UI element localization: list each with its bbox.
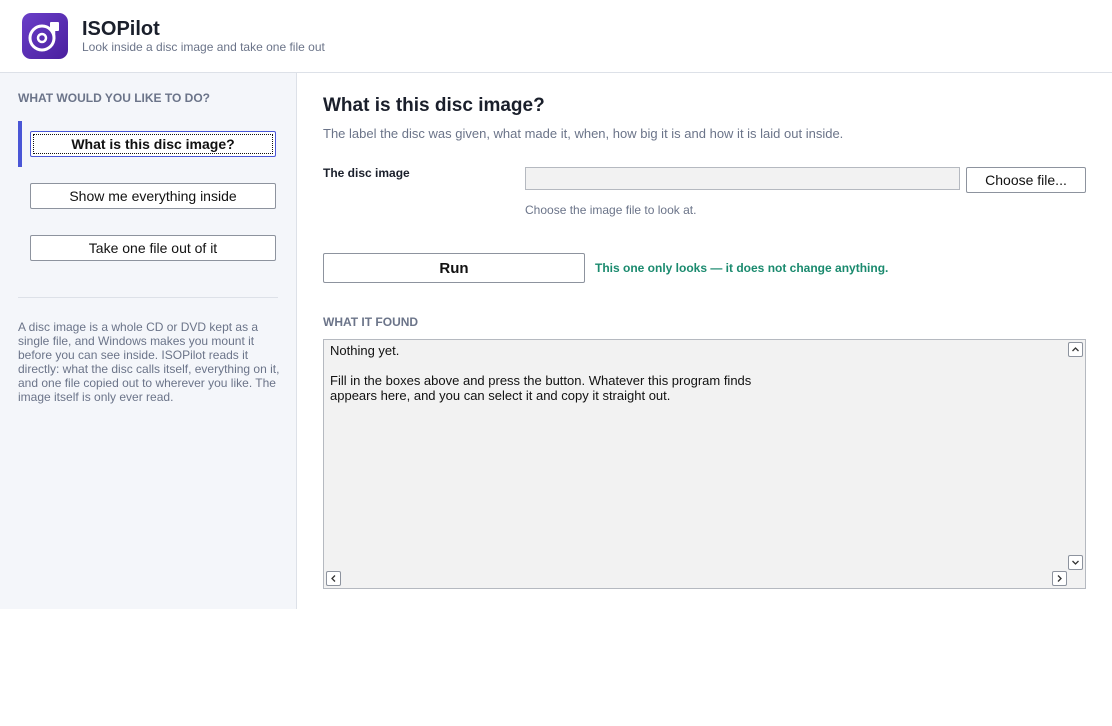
scroll-up-button[interactable] [1068, 342, 1083, 357]
scroll-right-button[interactable] [1052, 571, 1067, 586]
main-panel: What is this disc image? The label the d… [297, 73, 1112, 609]
disc-icon [22, 13, 68, 59]
app-subtitle: Look inside a disc image and take one fi… [82, 40, 325, 54]
app-header: ISOPilot Look inside a disc image and ta… [0, 0, 1112, 73]
results-output[interactable]: Nothing yet. Fill in the boxes above and… [323, 339, 1086, 589]
page-description: The label the disc was given, what made … [323, 126, 844, 141]
scroll-left-button[interactable] [326, 571, 341, 586]
sidebar-item-show-everything[interactable]: Show me everything inside [30, 183, 276, 209]
disc-image-path-input[interactable] [525, 167, 960, 190]
results-text[interactable]: Nothing yet. Fill in the boxes above and… [330, 343, 1050, 403]
sidebar-item-take-one-file[interactable]: Take one file out of it [30, 235, 276, 261]
sidebar-item-what-is-this[interactable]: What is this disc image? [30, 131, 276, 157]
app-title: ISOPilot [82, 18, 160, 40]
scroll-down-button[interactable] [1068, 555, 1083, 570]
sidebar: WHAT WOULD YOU LIKE TO DO? What is this … [0, 73, 297, 609]
disc-image-label: The disc image [323, 166, 410, 180]
results-heading: WHAT IT FOUND [323, 315, 419, 329]
disc-image-hint: Choose the image file to look at. [525, 203, 697, 217]
sidebar-divider [18, 297, 278, 298]
sidebar-heading: WHAT WOULD YOU LIKE TO DO? [18, 91, 210, 105]
run-note: This one only looks — it does not change… [595, 261, 889, 275]
run-button[interactable]: Run [323, 253, 585, 283]
page-title: What is this disc image? [323, 95, 545, 116]
active-indicator [18, 121, 22, 167]
choose-file-button[interactable]: Choose file... [966, 167, 1086, 193]
sidebar-note: A disc image is a whole CD or DVD kept a… [18, 320, 280, 404]
